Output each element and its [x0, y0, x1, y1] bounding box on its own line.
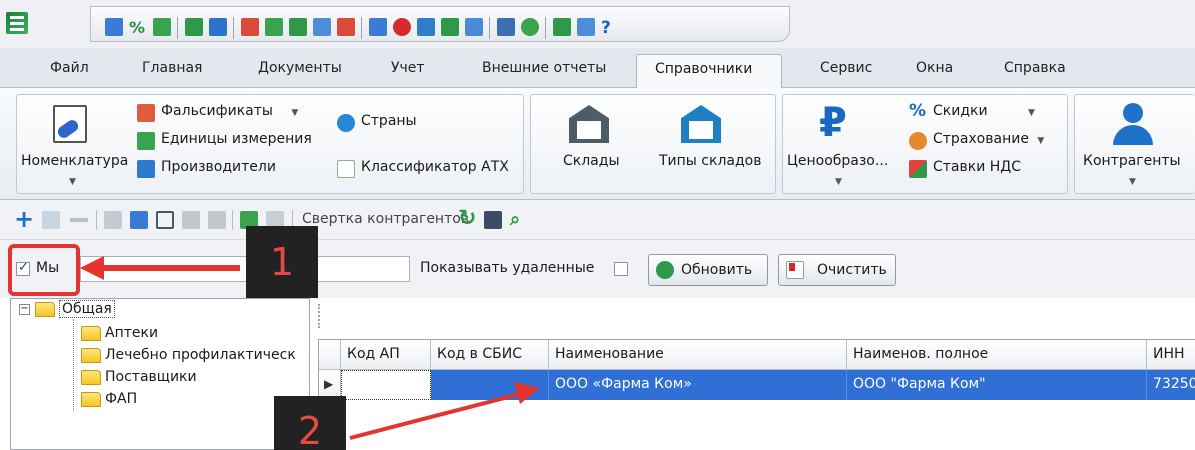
- annotation-step-1: 1: [246, 226, 318, 298]
- annotation-step-2: 2: [274, 396, 346, 450]
- annotation-arrows: [80, 256, 540, 440]
